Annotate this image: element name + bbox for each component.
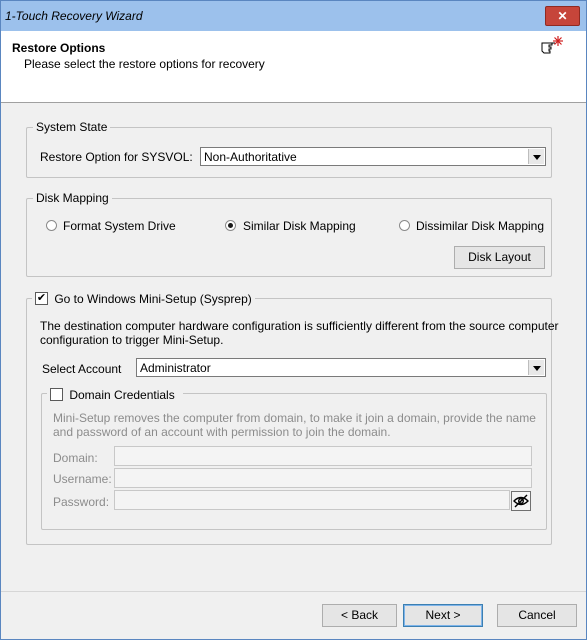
domain-field[interactable] [114,446,532,466]
disk-layout-button[interactable]: Disk Layout [454,246,545,269]
select-account-dropdown[interactable]: Administrator [136,358,546,377]
show-password-button[interactable] [511,491,531,511]
disk-mapping-legend: Disk Mapping [36,191,109,205]
sysvol-value: Non-Authoritative [204,150,297,164]
sysvol-select[interactable]: Non-Authoritative [200,147,546,166]
password-field-label: Password: [53,495,110,509]
pointing-hand-icon [541,36,563,54]
password-field[interactable] [114,490,510,510]
close-icon: ✕ [557,9,568,23]
chevron-down-icon[interactable] [528,360,544,375]
chevron-down-icon[interactable] [528,149,544,164]
domain-field-label: Domain: [53,451,98,465]
title-bar: 1-Touch Recovery Wizard ✕ [1,1,586,31]
domain-credentials-checkbox[interactable] [50,388,63,402]
select-account-label: Select Account [42,362,122,376]
domain-legend-box: Domain Credentials [47,387,178,402]
sysvol-label: Restore Option for SYSVOL: [40,150,193,164]
radio-dissimilar-disk-mapping[interactable] [399,220,410,231]
hide-password-eye-icon [513,494,529,508]
mini-setup-description-line1: The destination computer hardware config… [40,319,559,333]
page-title: Restore Options [12,41,106,55]
select-account-value: Administrator [140,361,211,375]
domain-help-line2: and password of an account with permissi… [53,425,391,439]
mini-setup-description-line2: configuration to trigger Mini-Setup. [40,333,224,347]
page-subtitle: Please select the restore options for re… [24,57,265,71]
wizard-window: 1-Touch Recovery Wizard ✕ Restore Option… [0,0,587,640]
footer-separator [1,591,586,592]
domain-help-line1: Mini-Setup removes the computer from dom… [53,411,536,425]
radio-similar-disk-mapping[interactable] [225,220,236,231]
domain-credentials-label[interactable]: Domain Credentials [69,388,174,402]
next-button[interactable]: Next > [403,604,483,627]
mini-setup-checkbox[interactable]: ✔ [35,292,48,306]
similar-disk-mapping-label[interactable]: Similar Disk Mapping [243,219,356,233]
username-field[interactable] [114,468,532,488]
window-title: 1-Touch Recovery Wizard [5,9,143,23]
radio-format-system-drive[interactable] [46,220,57,231]
format-system-drive-label[interactable]: Format System Drive [63,219,176,233]
back-button[interactable]: < Back [322,604,397,627]
dissimilar-disk-mapping-label[interactable]: Dissimilar Disk Mapping [416,219,544,233]
username-field-label: Username: [53,472,112,486]
system-state-legend: System State [36,120,108,134]
mini-setup-legend-box: ✔ Go to Windows Mini-Setup (Sysprep) [32,291,255,306]
mini-setup-label[interactable]: Go to Windows Mini-Setup (Sysprep) [54,292,251,306]
cancel-button[interactable]: Cancel [497,604,577,627]
wizard-header: Restore Options Please select the restor… [1,31,586,103]
close-button[interactable]: ✕ [545,6,580,26]
